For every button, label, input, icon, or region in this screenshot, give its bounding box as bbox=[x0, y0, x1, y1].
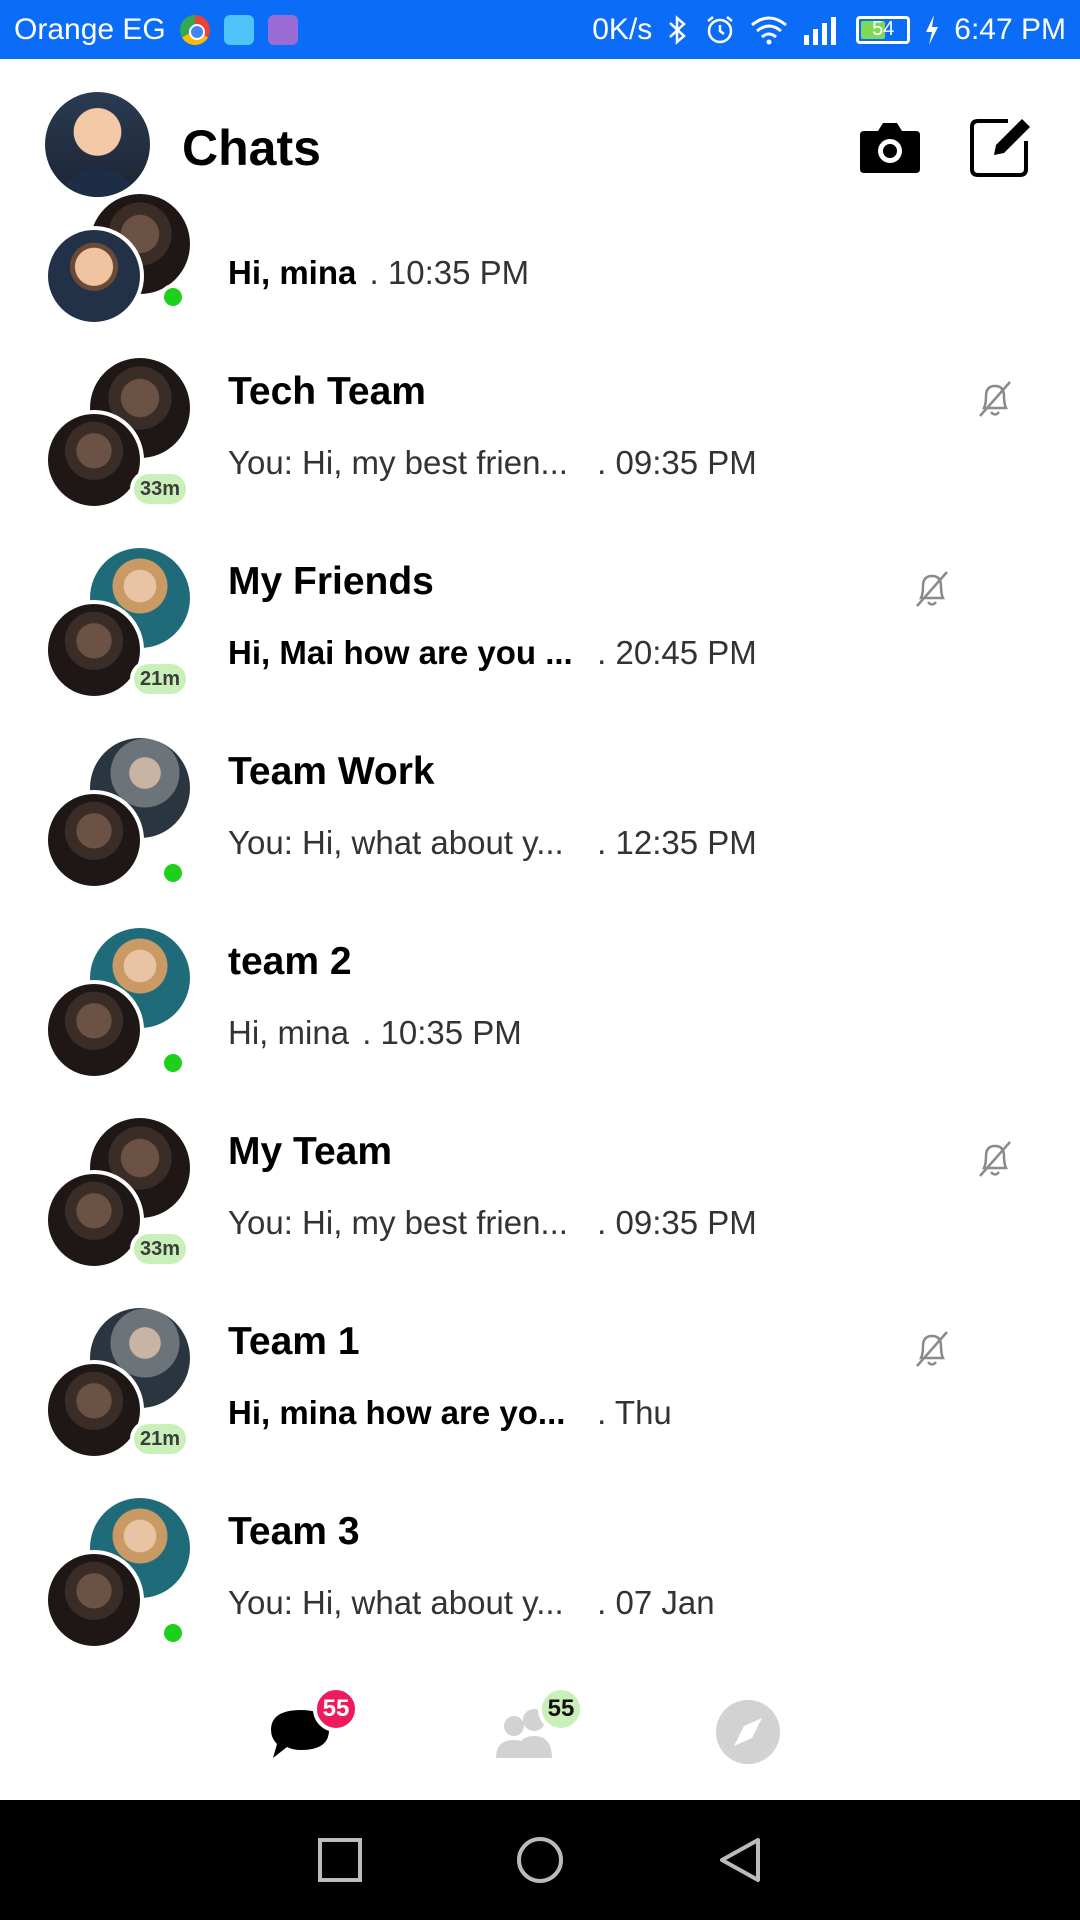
chat-preview: You: Hi, my best frien... . 09:35 PM bbox=[228, 1204, 757, 1242]
active-ago-badge: 21m bbox=[130, 660, 191, 698]
chat-name: Team 3 bbox=[228, 1510, 360, 1553]
page-title: Chats bbox=[182, 120, 321, 176]
last-message: You: Hi, what about y... bbox=[228, 1584, 564, 1621]
chat-preview: Hi, Mai how are you ... . 20:45 PM bbox=[228, 634, 757, 672]
chat-preview: Hi, mina . 10:35 PM bbox=[228, 1014, 522, 1052]
alarm-icon bbox=[707, 15, 734, 43]
camera-button[interactable] bbox=[858, 117, 922, 175]
bottom-tab-bar: 55 55 bbox=[0, 1666, 1080, 1800]
last-message: Hi, mina bbox=[228, 1014, 350, 1051]
message-time: . 09:35 PM bbox=[597, 444, 757, 481]
group-avatar: 21m bbox=[44, 548, 194, 700]
chat-name: My Team bbox=[228, 1130, 392, 1173]
message-time: . 10:35 PM bbox=[362, 1014, 522, 1051]
group-avatar: 33m bbox=[44, 1118, 194, 1270]
tab-chats[interactable]: 55 bbox=[265, 1686, 359, 1776]
muted-bell-icon bbox=[916, 571, 948, 607]
muted-bell-icon bbox=[979, 381, 1011, 417]
avatar bbox=[44, 790, 144, 890]
battery-icon: 54 bbox=[856, 15, 911, 44]
chat-preview: You: Hi, my best frien... . 09:35 PM bbox=[228, 444, 757, 482]
home-button[interactable] bbox=[514, 1834, 566, 1886]
online-indicator bbox=[160, 860, 186, 886]
chat-preview: You: Hi, what about y... . 07 Jan bbox=[228, 1584, 715, 1622]
profile-avatar[interactable] bbox=[45, 92, 150, 197]
avatar bbox=[44, 1550, 144, 1650]
online-indicator bbox=[160, 1050, 186, 1076]
muted-bell-icon bbox=[979, 1141, 1011, 1177]
network-speed: 0K/s bbox=[592, 12, 653, 46]
battery-level: 54 bbox=[872, 18, 895, 40]
group-avatar bbox=[44, 1498, 194, 1650]
recent-apps-button[interactable] bbox=[314, 1834, 366, 1886]
unread-chats-badge: 55 bbox=[313, 1686, 359, 1732]
message-time: . 07 Jan bbox=[597, 1584, 715, 1621]
chat-list: Hi, mina . 10:35 PM 33m Tech Team You: H… bbox=[0, 194, 1080, 1668]
chat-row[interactable]: Team Work You: Hi, what about y... . 12:… bbox=[0, 718, 1080, 908]
muted-bell-icon bbox=[916, 1331, 948, 1367]
message-time: . 20:45 PM bbox=[597, 634, 757, 671]
avatar bbox=[44, 1360, 144, 1460]
last-message: You: Hi, my best frien... bbox=[228, 444, 568, 481]
people-badge: 55 bbox=[538, 1686, 584, 1732]
chat-row[interactable]: 21m Team 1 Hi, mina how are yo... . Thu bbox=[0, 1288, 1080, 1478]
back-button[interactable] bbox=[714, 1834, 766, 1886]
online-indicator bbox=[160, 1620, 186, 1646]
system-navigation-bar bbox=[0, 1800, 1080, 1920]
carrier-name: Orange EG bbox=[14, 12, 166, 46]
chat-preview: You: Hi, what about y... . 12:35 PM bbox=[228, 824, 757, 862]
last-message: Hi, mina how are yo... bbox=[228, 1394, 566, 1431]
bluetooth-icon bbox=[669, 14, 687, 45]
chat-preview: Hi, mina how are yo... . Thu bbox=[228, 1394, 672, 1432]
message-time: . 12:35 PM bbox=[597, 824, 757, 861]
chrome-icon bbox=[179, 14, 210, 45]
compass-icon bbox=[716, 1700, 780, 1764]
gallery-icon bbox=[267, 14, 298, 45]
chat-name: Tech Team bbox=[228, 370, 426, 413]
chat-name: My Friends bbox=[228, 560, 434, 603]
chat-name: Team Work bbox=[228, 750, 435, 793]
status-bar: Orange EG 0K/s 54 6:47 PM bbox=[0, 0, 1080, 59]
last-message: You: Hi, my best frien... bbox=[228, 1204, 568, 1241]
avatar bbox=[44, 980, 144, 1080]
chat-row[interactable]: 21m My Friends Hi, Mai how are you ... .… bbox=[0, 528, 1080, 718]
last-message: Hi, mina bbox=[228, 254, 357, 291]
chat-row[interactable]: 33m My Team You: Hi, my best frien... . … bbox=[0, 1098, 1080, 1288]
tab-discover[interactable] bbox=[712, 1696, 792, 1776]
last-message: Hi, Mai how are you ... bbox=[228, 634, 573, 671]
charging-icon bbox=[926, 14, 939, 45]
active-ago-badge: 21m bbox=[130, 1420, 191, 1458]
group-avatar: 33m bbox=[44, 358, 194, 510]
message-time: . Thu bbox=[597, 1394, 672, 1431]
chat-row[interactable]: Team 3 You: Hi, what about y... . 07 Jan bbox=[0, 1478, 1080, 1668]
new-message-button[interactable] bbox=[968, 115, 1032, 179]
avatar bbox=[44, 600, 144, 700]
android-icon bbox=[223, 14, 254, 45]
group-avatar bbox=[44, 738, 194, 890]
clock: 6:47 PM bbox=[954, 12, 1066, 46]
chat-preview: Hi, mina . 10:35 PM bbox=[228, 254, 529, 292]
message-time: . 10:35 PM bbox=[369, 254, 530, 291]
chat-row[interactable]: Hi, mina . 10:35 PM bbox=[0, 194, 1080, 338]
last-message: You: Hi, what about y... bbox=[228, 824, 564, 861]
group-avatar bbox=[44, 928, 194, 1080]
chat-name: Team 1 bbox=[228, 1320, 360, 1363]
wifi-icon bbox=[751, 16, 788, 44]
avatar bbox=[44, 226, 144, 326]
signal-icon bbox=[804, 16, 837, 45]
tab-people[interactable]: 55 bbox=[490, 1686, 584, 1776]
chat-row[interactable]: 33m Tech Team You: Hi, my best frien... … bbox=[0, 338, 1080, 528]
active-ago-badge: 33m bbox=[130, 1230, 191, 1268]
message-time: . 09:35 PM bbox=[597, 1204, 757, 1241]
active-ago-badge: 33m bbox=[130, 470, 191, 508]
chat-name: team 2 bbox=[228, 940, 352, 983]
online-indicator bbox=[160, 284, 186, 310]
avatar bbox=[44, 1170, 144, 1270]
chat-row[interactable]: team 2 Hi, mina . 10:35 PM bbox=[0, 908, 1080, 1098]
group-avatar: 21m bbox=[44, 1308, 194, 1460]
avatar bbox=[44, 410, 144, 510]
